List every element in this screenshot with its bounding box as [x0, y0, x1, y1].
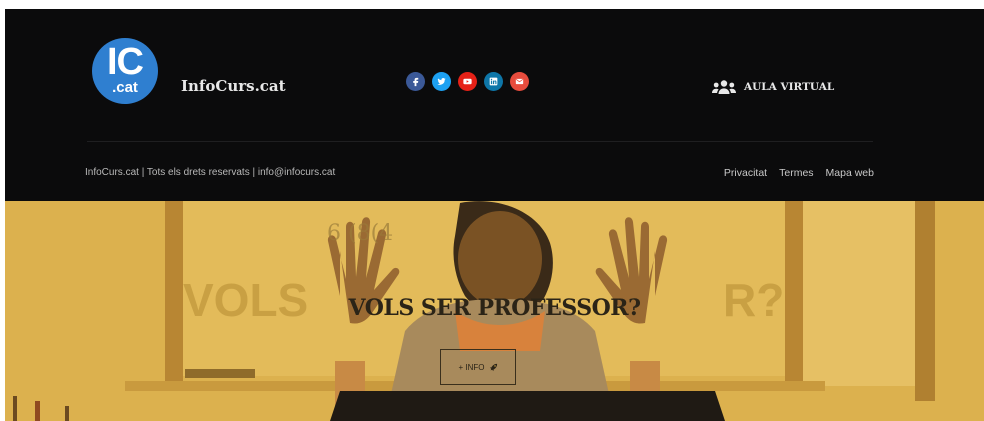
copyright-text: InfoCurs.cat | Tots els drets reservats … [85, 167, 336, 178]
email-button[interactable] [510, 72, 529, 91]
aula-virtual-link[interactable]: AULA VIRTUAL [711, 79, 834, 95]
facebook-button[interactable] [406, 72, 425, 91]
logo-ic-text: IC [107, 41, 144, 83]
site-logo[interactable]: IC .cat [92, 38, 158, 104]
facebook-icon [413, 77, 419, 87]
envelope-icon [515, 78, 524, 85]
more-info-button[interactable]: + INFO [440, 349, 516, 385]
footer-divider [87, 141, 873, 142]
legal-links: Privacitat Termes Mapa web [724, 167, 874, 179]
whiteboard-text: 6 (8(4 [327, 221, 394, 246]
social-links [406, 72, 529, 91]
terms-link[interactable]: Termes [779, 167, 813, 179]
hero-title: VOLS SER PROFESSOR? [348, 295, 641, 321]
linkedin-button[interactable] [484, 72, 503, 91]
more-info-label: + INFO [458, 362, 485, 372]
youtube-button[interactable] [458, 72, 477, 91]
privacy-link[interactable]: Privacitat [724, 167, 767, 179]
users-icon [712, 80, 736, 94]
rocket-icon [489, 363, 497, 371]
linkedin-icon [489, 77, 498, 86]
aula-virtual-label: AULA VIRTUAL [744, 81, 835, 93]
twitter-icon [437, 78, 446, 85]
twitter-button[interactable] [432, 72, 451, 91]
hero-banner: VOLS R? 6 (8(4 VOLS SER PROFESSOR? + INF… [5, 201, 984, 421]
sitemap-link[interactable]: Mapa web [826, 167, 874, 179]
logo-cat-text: .cat [112, 79, 138, 96]
brand-name[interactable]: InfoCurs.cat [181, 77, 286, 95]
page: IC .cat InfoCurs.cat AULA VIRTUAL InfoCu… [5, 9, 984, 421]
site-footer: IC .cat InfoCurs.cat AULA VIRTUAL InfoCu… [5, 9, 984, 201]
youtube-icon [463, 78, 472, 85]
